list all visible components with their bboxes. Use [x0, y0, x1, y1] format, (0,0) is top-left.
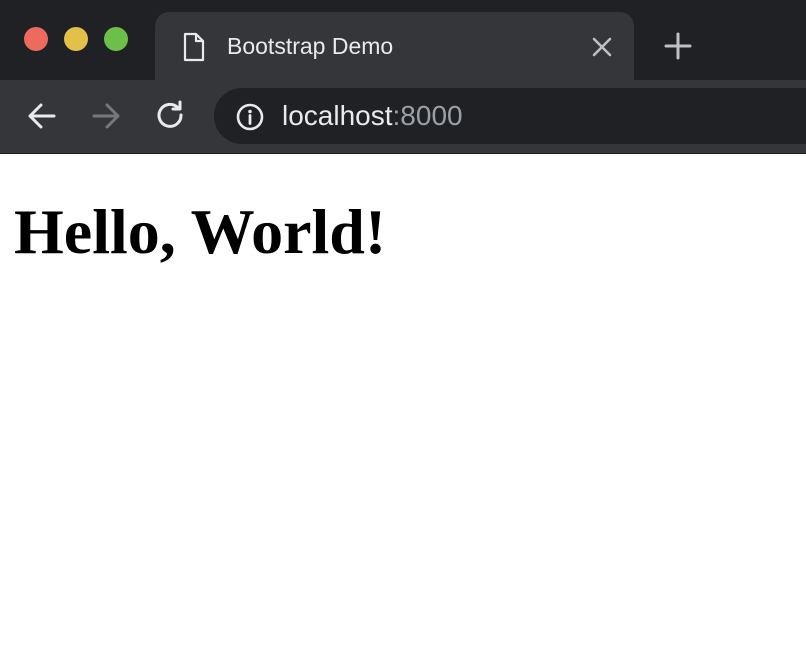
url-host: localhost [282, 100, 393, 131]
plus-icon[interactable] [663, 31, 693, 61]
url-text: localhost:8000 [282, 100, 463, 132]
page-heading: Hello, World! [14, 196, 387, 267]
arrow-left-icon [24, 103, 60, 138]
back-button[interactable] [24, 98, 60, 134]
reload-button[interactable] [152, 98, 188, 134]
tab-strip: Bootstrap Demo [0, 0, 806, 80]
address-bar[interactable]: localhost:8000 [214, 88, 806, 144]
url-port: :8000 [392, 100, 463, 131]
close-icon[interactable] [589, 34, 615, 60]
window-close-button[interactable] [24, 27, 48, 51]
window-minimize-button[interactable] [64, 27, 88, 51]
info-icon[interactable] [235, 102, 265, 132]
window-maximize-button[interactable] [104, 27, 128, 51]
forward-button[interactable] [88, 98, 124, 134]
browser-toolbar: localhost:8000 [0, 80, 806, 154]
page-content: Hello, World! [0, 154, 806, 658]
arrow-right-icon [88, 103, 124, 138]
tab-title: Bootstrap Demo [227, 33, 394, 59]
document-icon [182, 32, 206, 62]
browser-window: Bootstrap Demo localhost:8000 Hello, Wor… [0, 0, 806, 658]
tab-bootstrap-demo[interactable]: Bootstrap Demo [155, 12, 634, 80]
reload-icon [152, 100, 188, 138]
